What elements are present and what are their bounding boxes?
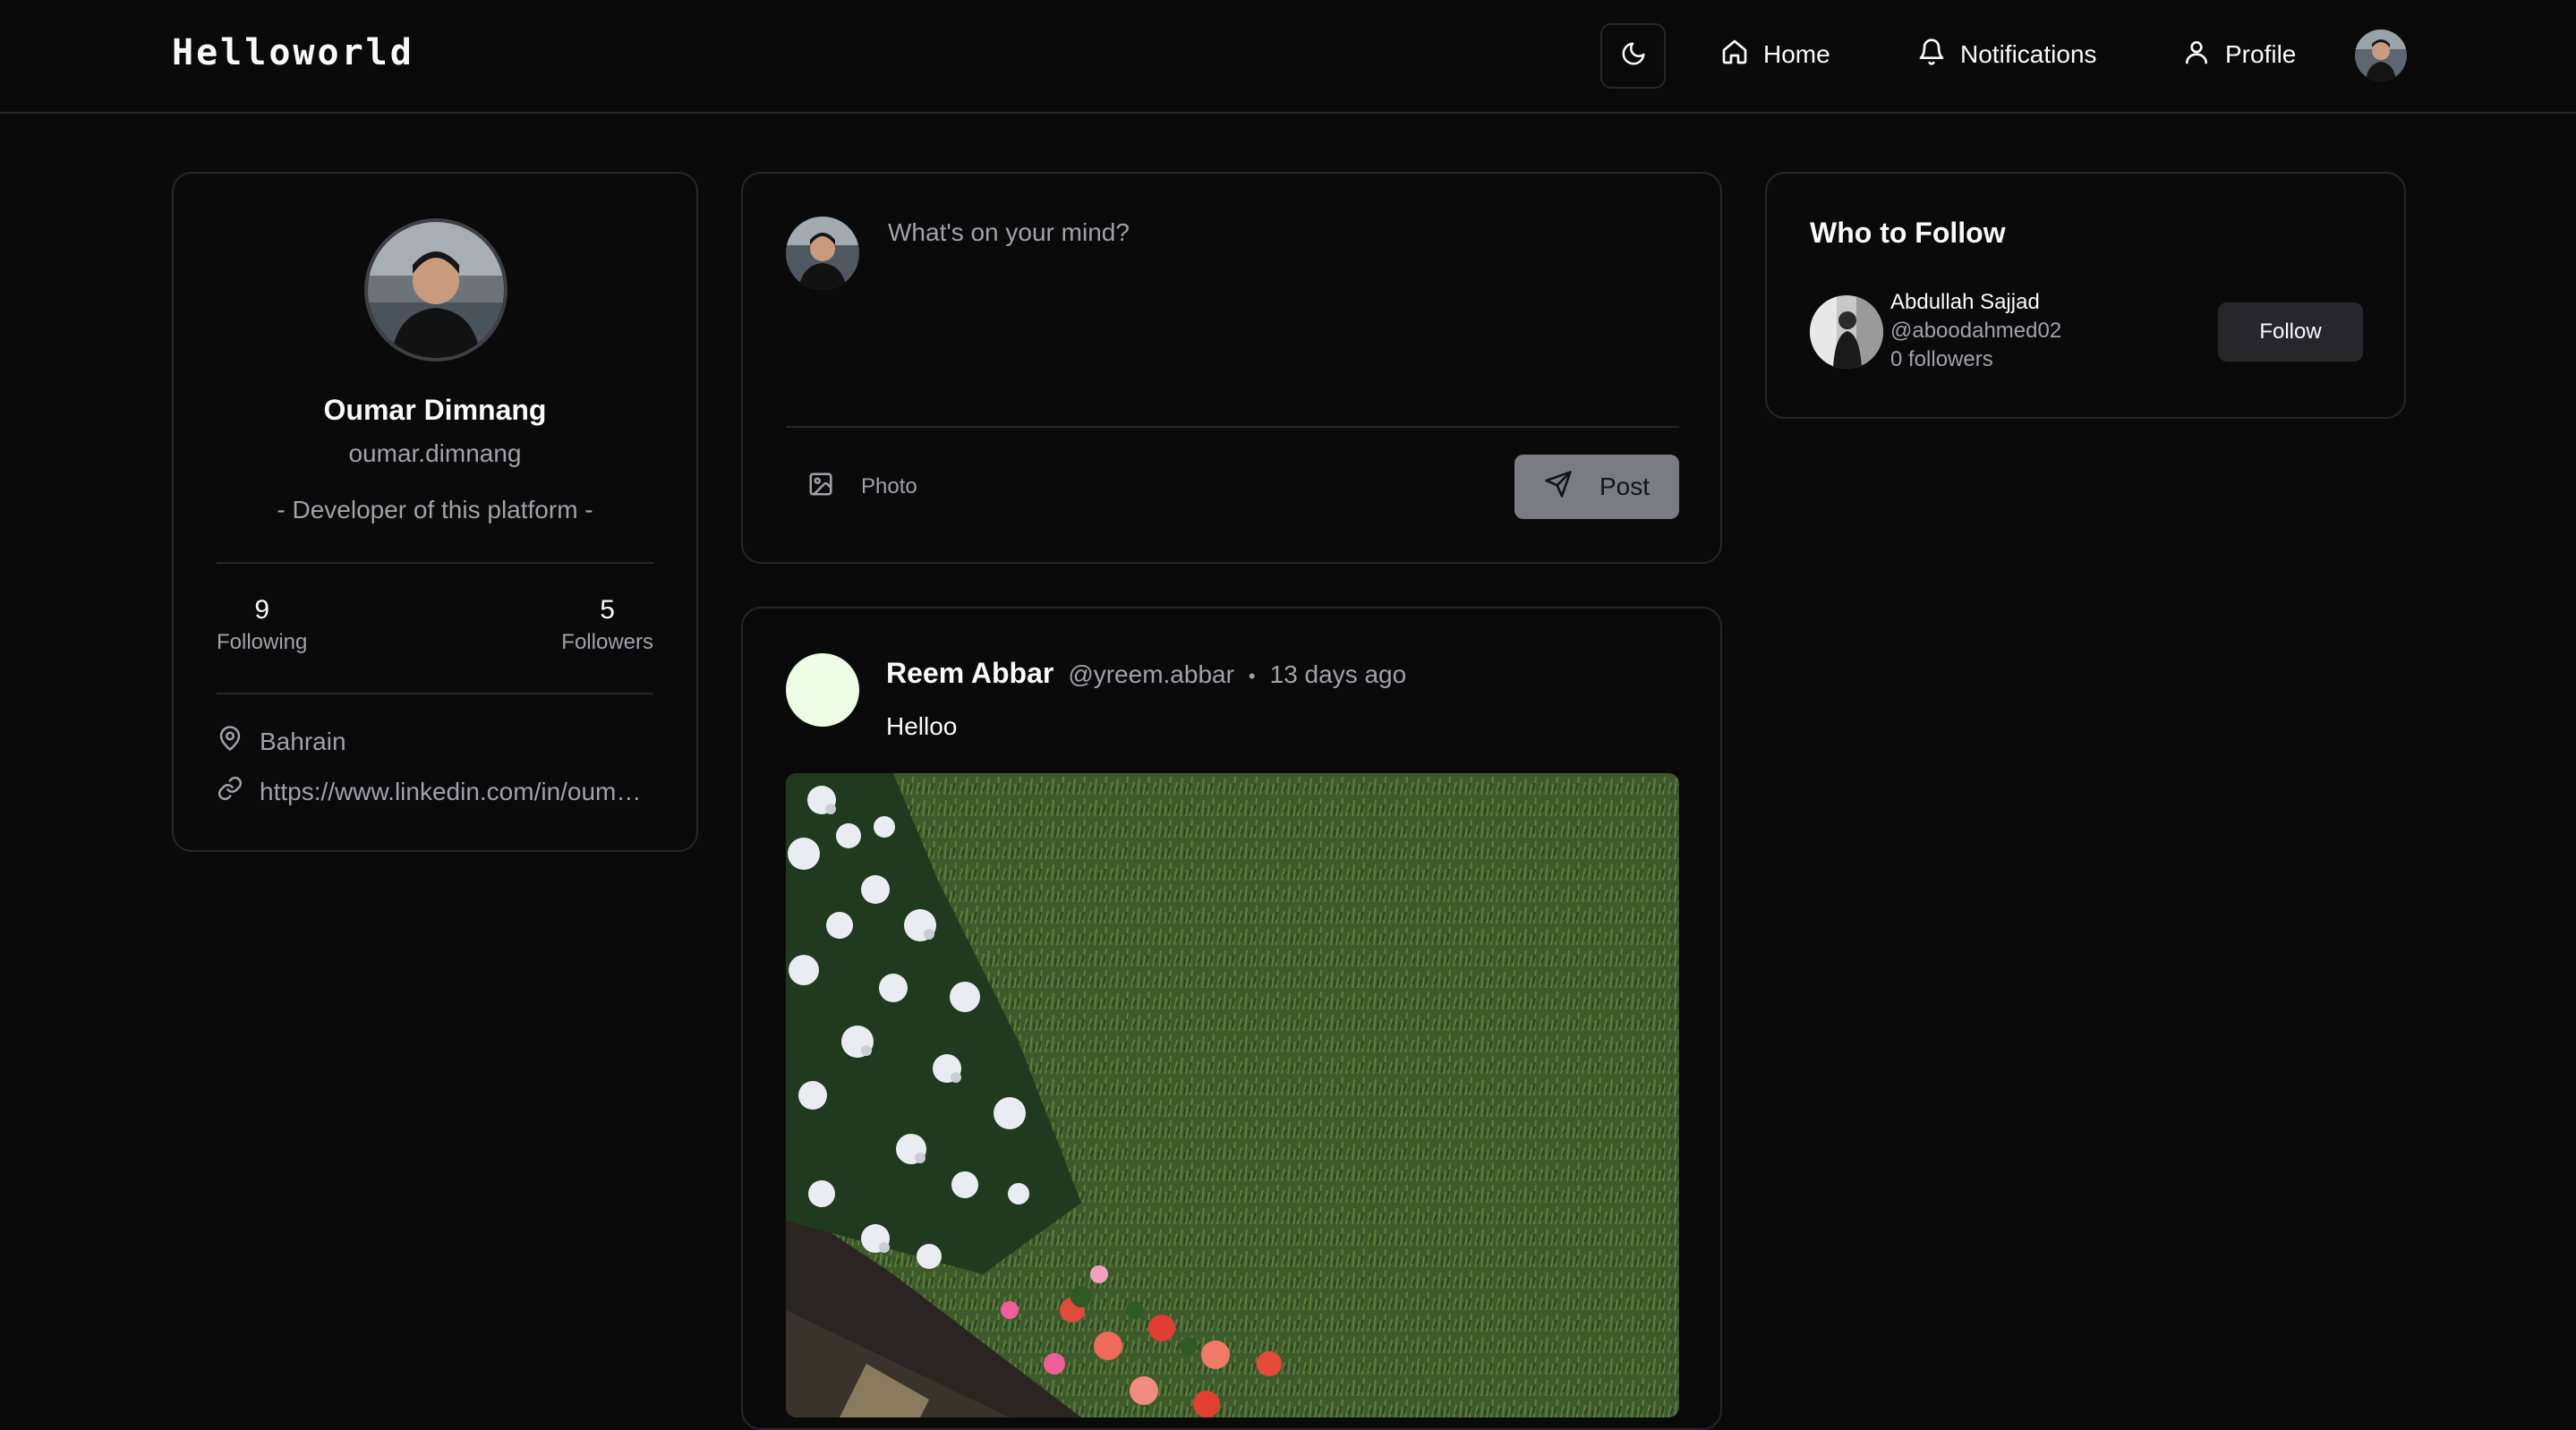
suggestion-info: Abdullah Sajjad @aboodahmed02 0 follower…: [1890, 288, 2061, 374]
post-author-handle[interactable]: @yreem.abbar: [1068, 660, 1234, 689]
post-timestamp: 13 days ago: [1269, 660, 1407, 688]
feed-post: Reem Abbar @yreem.abbar • 13 days ago He…: [741, 607, 1722, 1430]
suggestion-handle: @aboodahmed02: [1890, 319, 2062, 343]
post-meta-separator: •: [1248, 665, 1256, 687]
suggestion-avatar[interactable]: [1810, 295, 1883, 369]
suggestion-followers: 0 followers: [1890, 347, 1993, 371]
post-author-name[interactable]: Reem Abbar: [886, 657, 1053, 690]
add-photo-label: Photo: [861, 474, 917, 498]
composer-avatar: [786, 217, 859, 290]
top-navbar: Helloworld Home Notifications Profile: [0, 0, 2576, 114]
profile-location-text: Bahrain: [260, 727, 346, 755]
post-submit-label: Post: [1599, 472, 1651, 500]
who-to-follow-card: Who to Follow Abdullah Sajjad @aboodahme…: [1765, 172, 2406, 419]
profile-divider-top: [217, 562, 653, 564]
profile-location: Bahrain: [217, 725, 664, 758]
image-icon: [807, 471, 834, 504]
post-image[interactable]: [786, 773, 1679, 1417]
app-logo[interactable]: Helloworld: [172, 32, 414, 73]
profile-website[interactable]: https://www.linkedin.com/in/oum…: [217, 775, 664, 808]
nav-profile-label: Profile: [2225, 40, 2297, 68]
following-label: Following: [217, 630, 308, 654]
link-icon: [217, 775, 243, 808]
post-header: Reem Abbar @yreem.abbar • 13 days ago: [886, 657, 1406, 690]
profile-divider-bottom: [217, 693, 653, 694]
send-icon: [1544, 470, 1573, 505]
followers-count: 5: [600, 595, 615, 625]
map-pin-icon: [217, 725, 243, 758]
moon-icon: [1620, 40, 1647, 72]
following-count: 9: [254, 595, 270, 625]
nav-notifications-label: Notifications: [1960, 40, 2097, 68]
following-stat[interactable]: 9 Following: [217, 594, 307, 655]
post-author-avatar[interactable]: [786, 653, 859, 727]
suggestion-name[interactable]: Abdullah Sajjad: [1890, 288, 2061, 317]
nav-home-link[interactable]: Home: [1720, 34, 1830, 75]
nav-home-label: Home: [1763, 40, 1830, 68]
post-submit-button[interactable]: Post: [1514, 455, 1679, 519]
profile-website-link[interactable]: https://www.linkedin.com/in/oum…: [260, 778, 641, 806]
profile-handle: oumar.dimnang: [348, 439, 522, 467]
follow-button[interactable]: Follow: [2218, 302, 2363, 362]
theme-toggle-button[interactable]: [1600, 23, 1666, 89]
post-composer: Photo Post: [741, 172, 1722, 564]
followers-label: Followers: [561, 630, 653, 654]
profile-name: Oumar Dimnang: [323, 394, 547, 426]
bell-icon: [1917, 38, 1946, 72]
user-avatar[interactable]: [2355, 30, 2407, 81]
profile-bio: - Developer of this platform -: [277, 496, 593, 523]
home-icon: [1720, 38, 1749, 72]
who-to-follow-title: Who to Follow: [1810, 217, 2006, 249]
nav-profile-link[interactable]: Profile: [2182, 34, 2296, 75]
nav-notifications-link[interactable]: Notifications: [1917, 34, 2097, 75]
profile-avatar[interactable]: [364, 218, 508, 362]
post-text-input[interactable]: [886, 217, 1674, 360]
followers-stat[interactable]: 5 Followers: [561, 594, 653, 655]
profile-card: Oumar Dimnang oumar.dimnang - Developer …: [172, 172, 698, 852]
post-body-text: Helloo: [886, 712, 958, 740]
add-photo-button[interactable]: Photo: [807, 460, 917, 514]
user-icon: [2182, 38, 2211, 72]
composer-divider: [786, 426, 1679, 428]
